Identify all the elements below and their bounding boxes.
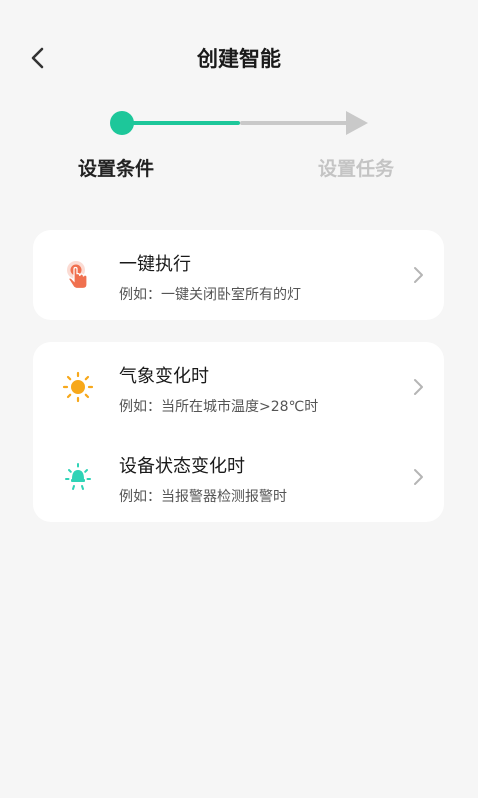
condition-title: 气象变化时 xyxy=(119,366,209,387)
condition-device-state[interactable]: 设备状态变化时 例如：当报警器检测报警时 xyxy=(33,432,444,522)
stepper-progress-line xyxy=(130,121,240,125)
condition-weather[interactable]: 气象变化时 例如：当所在城市温度>28℃时 xyxy=(33,342,444,432)
condition-card-manual: 一键执行 例如：一键关闭卧室所有的灯 xyxy=(33,230,444,320)
page-title: 创建智能 xyxy=(197,47,281,71)
create-smart-page: 创建智能 设置条件 设置任务 一键执行 例如：一键关闭卧室所有的灯 气象变化时 … xyxy=(0,0,478,798)
stepper-remaining-line xyxy=(240,121,352,125)
condition-description: 例如：当报警器检测报警时 xyxy=(119,489,287,505)
device-bulb-icon xyxy=(61,460,95,494)
condition-description: 例如：一键关闭卧室所有的灯 xyxy=(119,287,301,303)
step-set-task: 设置任务 xyxy=(318,158,395,180)
chevron-right-icon xyxy=(410,264,426,286)
condition-card-auto: 气象变化时 例如：当所在城市温度>28℃时 设备状态变化时 例如：当报警器检测报… xyxy=(33,342,444,522)
condition-one-tap[interactable]: 一键执行 例如：一键关闭卧室所有的灯 xyxy=(33,230,444,320)
condition-description: 例如：当所在城市温度>28℃时 xyxy=(119,399,319,415)
tap-hand-icon xyxy=(61,258,95,292)
header: 创建智能 xyxy=(0,0,478,116)
chevron-right-icon xyxy=(410,376,426,398)
chevron-right-icon xyxy=(410,466,426,488)
stepper: 设置条件 设置任务 xyxy=(0,100,478,190)
condition-title: 设备状态变化时 xyxy=(119,456,245,477)
stepper-arrow-icon xyxy=(346,111,368,135)
stepper-current-dot xyxy=(110,111,134,135)
condition-title: 一键执行 xyxy=(119,254,191,275)
step-set-condition: 设置条件 xyxy=(78,158,155,180)
sun-icon xyxy=(61,370,95,404)
